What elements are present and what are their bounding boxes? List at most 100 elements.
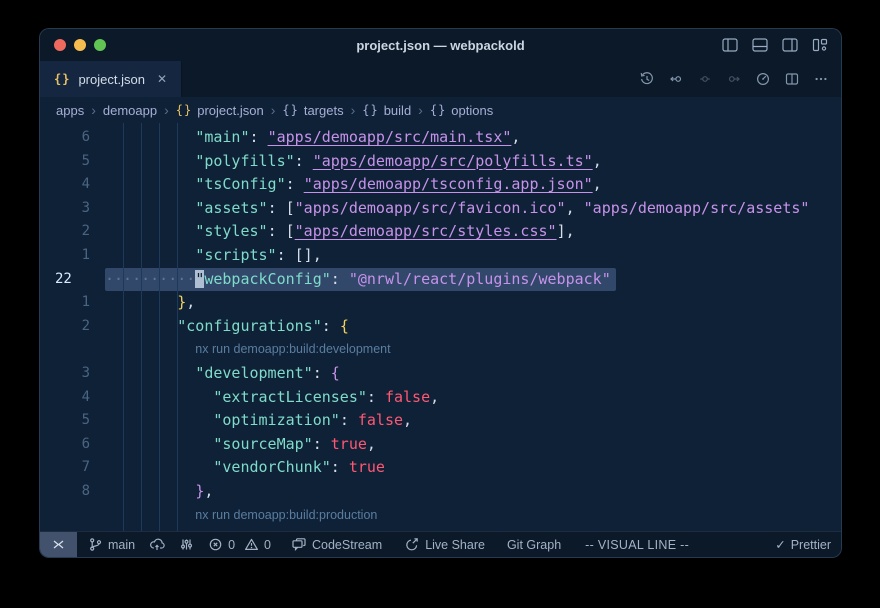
line-number[interactable]: 2 xyxy=(40,315,105,339)
line-number[interactable]: 6 xyxy=(40,126,105,150)
line-number[interactable]: 22 xyxy=(40,268,105,292)
code-line[interactable]: "tsConfig": "apps/demoapp/tsconfig.app.j… xyxy=(105,173,841,197)
customize-layout-icon[interactable] xyxy=(812,38,828,52)
line-number[interactable]: 7 xyxy=(40,456,105,480)
code-line[interactable]: "sourceMap": true, xyxy=(105,433,841,457)
zoom-window-button[interactable] xyxy=(94,39,106,51)
line-number[interactable]: 1 xyxy=(40,244,105,268)
line-number[interactable]: 4 xyxy=(40,173,105,197)
code-area[interactable]: "main": "apps/demoapp/src/main.tsx", "po… xyxy=(105,123,841,531)
indent-guide xyxy=(159,123,160,531)
line-number[interactable]: 4 xyxy=(40,386,105,410)
code-token: , xyxy=(430,388,439,406)
code-line[interactable]: "polyfills": "apps/demoapp/src/polyfills… xyxy=(105,150,841,174)
code-line[interactable]: }, xyxy=(105,480,841,504)
breadcrumb-item[interactable]: apps xyxy=(56,103,84,118)
codelens-run-action[interactable]: nx run demoapp:build:development xyxy=(105,338,841,362)
code-token: "apps/demoapp/tsconfig.app.json" xyxy=(304,175,593,193)
toggle-primary-sidebar-icon[interactable] xyxy=(722,38,738,52)
close-tab-icon[interactable]: ✕ xyxy=(157,72,167,86)
json-symbol-icon: {} xyxy=(176,103,192,117)
line-number[interactable] xyxy=(40,504,105,528)
line-number[interactable]: 8 xyxy=(40,480,105,504)
code-line[interactable]: "configurations": { xyxy=(105,315,841,339)
live-share-item[interactable]: Live Share xyxy=(397,532,492,557)
breadcrumb-item[interactable]: demoapp xyxy=(103,103,157,118)
code-line[interactable]: "development": { xyxy=(105,362,841,386)
navigate-back-icon[interactable] xyxy=(668,71,684,87)
toggle-panel-icon[interactable] xyxy=(752,38,768,52)
code-token: [ xyxy=(286,222,295,240)
code-token: : xyxy=(268,222,286,240)
code-token: , xyxy=(367,435,376,453)
code-line[interactable]: "vendorChunk": true xyxy=(105,456,841,480)
code-line[interactable]: "production": { xyxy=(105,527,841,531)
codestream-label: CodeStream xyxy=(312,538,382,552)
prettier-item[interactable]: ✓ Prettier xyxy=(768,532,841,557)
breadcrumb-item[interactable]: {}build xyxy=(362,103,411,118)
code-token: true xyxy=(331,435,367,453)
git-graph-item[interactable]: Git Graph xyxy=(500,532,568,557)
line-number[interactable]: 3 xyxy=(40,362,105,386)
navigate-forward-icon[interactable] xyxy=(726,71,742,87)
close-window-button[interactable] xyxy=(54,39,66,51)
split-editor-icon[interactable] xyxy=(784,71,800,87)
line-number[interactable]: 9 xyxy=(40,527,105,531)
code-token: "extractLicenses" xyxy=(213,388,367,406)
editor-gutter[interactable]: 65432122123456789 xyxy=(40,123,105,531)
code-line[interactable]: "extractLicenses": false, xyxy=(105,386,841,410)
line-number[interactable]: 1 xyxy=(40,291,105,315)
tab-project-json[interactable]: {} project.json ✕ xyxy=(40,61,182,97)
code-token: "sourceMap" xyxy=(213,435,312,453)
line-number[interactable] xyxy=(40,338,105,362)
comment-bubble-icon xyxy=(291,537,307,552)
code-line[interactable]: "main": "apps/demoapp/src/main.tsx", xyxy=(105,126,841,150)
window-title: project.json — webpackold xyxy=(40,38,841,53)
line-number[interactable]: 5 xyxy=(40,150,105,174)
line-content: }, xyxy=(105,291,195,315)
code-token: , xyxy=(403,411,412,429)
code-line[interactable]: "scripts": [], xyxy=(105,244,841,268)
git-branch-item[interactable]: main xyxy=(81,532,142,557)
breadcrumb-separator-icon: › xyxy=(271,102,276,118)
line-number[interactable]: 6 xyxy=(40,433,105,457)
code-token: "polyfills" xyxy=(195,152,294,170)
breadcrumb-item[interactable]: {}project.json xyxy=(176,103,264,118)
sliders-icon xyxy=(179,537,194,552)
code-token: "assets" xyxy=(195,199,267,217)
codestream-item[interactable]: CodeStream xyxy=(284,532,389,557)
code-token: "development" xyxy=(195,364,312,382)
code-line[interactable]: "assets": ["apps/demoapp/src/favicon.ico… xyxy=(105,197,841,221)
line-content: "main": "apps/demoapp/src/main.tsx", xyxy=(105,126,520,150)
breadcrumb-item[interactable]: {}targets xyxy=(282,103,343,118)
line-number[interactable]: 5 xyxy=(40,409,105,433)
problems-item[interactable]: 0 0 xyxy=(201,532,278,557)
code-token: : xyxy=(331,270,349,288)
minimize-window-button[interactable] xyxy=(74,39,86,51)
vscode-window: project.json — webpackold xyxy=(39,28,842,558)
json-symbol-icon: {} xyxy=(430,103,446,117)
json-file-icon: {} xyxy=(54,72,70,86)
line-number[interactable]: 2 xyxy=(40,220,105,244)
code-token: "@nrwl/react/plugins/webpack" xyxy=(349,270,611,288)
code-line[interactable]: "optimization": false, xyxy=(105,409,841,433)
code-line[interactable]: "styles": ["apps/demoapp/src/styles.css"… xyxy=(105,220,841,244)
errors-icon xyxy=(208,537,223,552)
warnings-icon xyxy=(244,537,259,552)
toggle-secondary-sidebar-icon[interactable] xyxy=(782,38,798,52)
navigate-position-icon[interactable] xyxy=(697,71,713,87)
code-line[interactable]: ··········"webpackConfig": "@nrwl/react/… xyxy=(105,268,841,292)
more-actions-icon[interactable] xyxy=(813,71,829,87)
code-line[interactable]: }, xyxy=(105,291,841,315)
code-token: "styles" xyxy=(195,222,267,240)
run-command-icon[interactable] xyxy=(755,71,771,87)
codelens-run-action[interactable]: nx run demoapp:build:production xyxy=(105,504,841,528)
breadcrumb-item[interactable]: {}options xyxy=(430,103,493,118)
line-number[interactable]: 3 xyxy=(40,197,105,221)
publish-changes-item[interactable] xyxy=(142,532,172,557)
indent-guide xyxy=(141,123,142,531)
remote-indicator[interactable] xyxy=(40,532,77,557)
tune-settings-item[interactable] xyxy=(172,532,201,557)
timeline-history-icon[interactable] xyxy=(639,71,655,87)
code-token: "production" xyxy=(195,529,303,531)
